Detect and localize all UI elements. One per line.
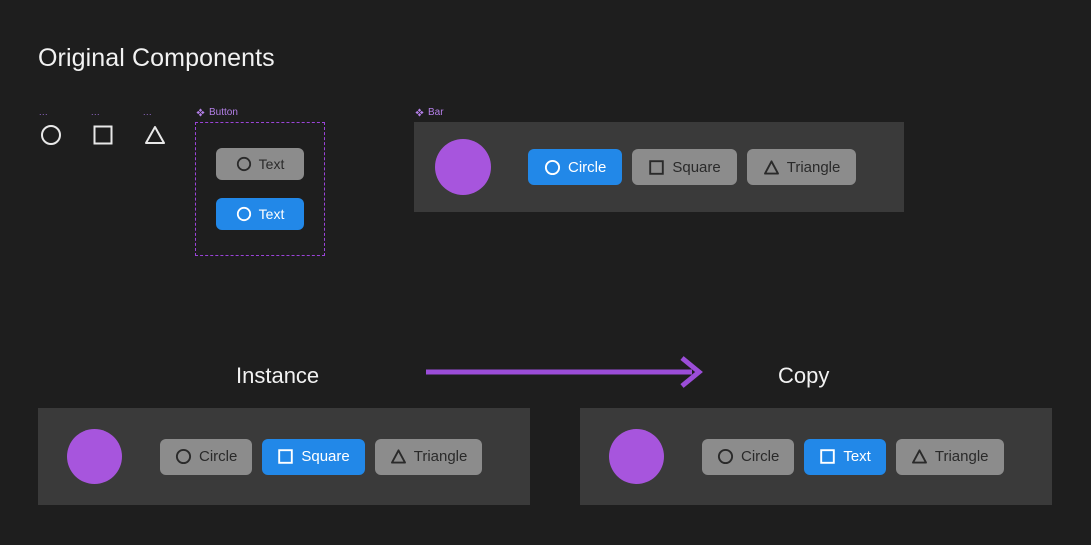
triangle-icon bbox=[763, 159, 780, 176]
circle-icon bbox=[175, 448, 192, 465]
square-icon bbox=[819, 448, 836, 465]
instance-frame[interactable]: Circle Square Triangle bbox=[38, 408, 530, 505]
button-variant-default[interactable]: Text bbox=[216, 148, 304, 180]
component-set-name: Button bbox=[209, 107, 238, 118]
bar-button-label: Triangle bbox=[786, 158, 841, 176]
bar-component-frame[interactable]: Circle Square Triangle bbox=[414, 122, 904, 212]
copy-button-label: Text bbox=[843, 448, 871, 465]
bar-button-label: Circle bbox=[568, 158, 607, 176]
instance-button-circle[interactable]: Circle bbox=[160, 438, 253, 475]
shape-component-triangle[interactable]: ... bbox=[142, 108, 170, 148]
button-component-set-label[interactable]: Button bbox=[196, 107, 238, 118]
triangle-icon bbox=[142, 122, 168, 148]
bar-button-triangle[interactable]: Triangle bbox=[746, 149, 857, 185]
circle-icon bbox=[38, 122, 64, 148]
right-arrow-icon bbox=[424, 355, 704, 389]
shape-components-strip: ... ... ... bbox=[38, 108, 170, 148]
instance-button-label: Circle bbox=[199, 448, 238, 465]
avatar bbox=[609, 429, 664, 484]
component-name-truncated: ... bbox=[39, 107, 49, 117]
circle-icon bbox=[236, 156, 252, 172]
circle-icon bbox=[717, 448, 734, 465]
component-name-truncated: ... bbox=[143, 107, 153, 117]
button-variant-selected[interactable]: Text bbox=[216, 198, 304, 230]
bar-component-label[interactable]: Bar bbox=[415, 107, 444, 118]
avatar bbox=[67, 429, 122, 484]
bar-button-label: Square bbox=[672, 158, 721, 176]
bar-button-circle[interactable]: Circle bbox=[528, 149, 623, 185]
triangle-icon bbox=[911, 448, 928, 465]
circle-icon bbox=[544, 159, 561, 176]
instance-button-triangle[interactable]: Triangle bbox=[374, 438, 483, 475]
copy-label: Copy bbox=[778, 363, 830, 388]
instance-button-group: Circle Square Triangle bbox=[160, 438, 483, 475]
instance-button-label: Square bbox=[301, 448, 350, 465]
instance-button-square[interactable]: Square bbox=[262, 438, 365, 475]
square-icon bbox=[277, 448, 294, 465]
design-canvas: Original Components ... ... ... Button T… bbox=[0, 0, 1091, 545]
copy-button-text[interactable]: Text bbox=[804, 438, 886, 475]
component-diamond-icon bbox=[196, 108, 205, 117]
copy-button-triangle[interactable]: Triangle bbox=[895, 438, 1004, 475]
bar-button-group: Circle Square Triangle bbox=[528, 149, 857, 185]
copy-button-circle[interactable]: Circle bbox=[702, 438, 795, 475]
instance-button-label: Triangle bbox=[413, 448, 468, 465]
avatar bbox=[435, 139, 491, 195]
copy-button-label: Triangle bbox=[934, 448, 989, 465]
bar-button-square[interactable]: Square bbox=[632, 149, 737, 185]
copy-frame[interactable]: Circle Text Triangle bbox=[580, 408, 1052, 505]
component-name-truncated: ... bbox=[91, 107, 101, 117]
button-label: Text bbox=[258, 156, 285, 172]
component-name: Bar bbox=[428, 107, 444, 118]
component-diamond-icon bbox=[415, 108, 424, 117]
square-icon bbox=[648, 159, 665, 176]
copy-button-group: Circle Text Triangle bbox=[702, 438, 1004, 475]
shape-component-square[interactable]: ... bbox=[90, 108, 118, 148]
button-component-set-frame[interactable]: Text Text bbox=[195, 122, 325, 256]
page-title: Original Components bbox=[38, 44, 275, 72]
triangle-icon bbox=[390, 448, 407, 465]
square-icon bbox=[90, 122, 116, 148]
circle-icon bbox=[236, 206, 252, 222]
button-label: Text bbox=[258, 206, 285, 222]
shape-component-circle[interactable]: ... bbox=[38, 108, 66, 148]
instance-label: Instance bbox=[236, 363, 320, 388]
copy-button-label: Circle bbox=[741, 448, 780, 465]
